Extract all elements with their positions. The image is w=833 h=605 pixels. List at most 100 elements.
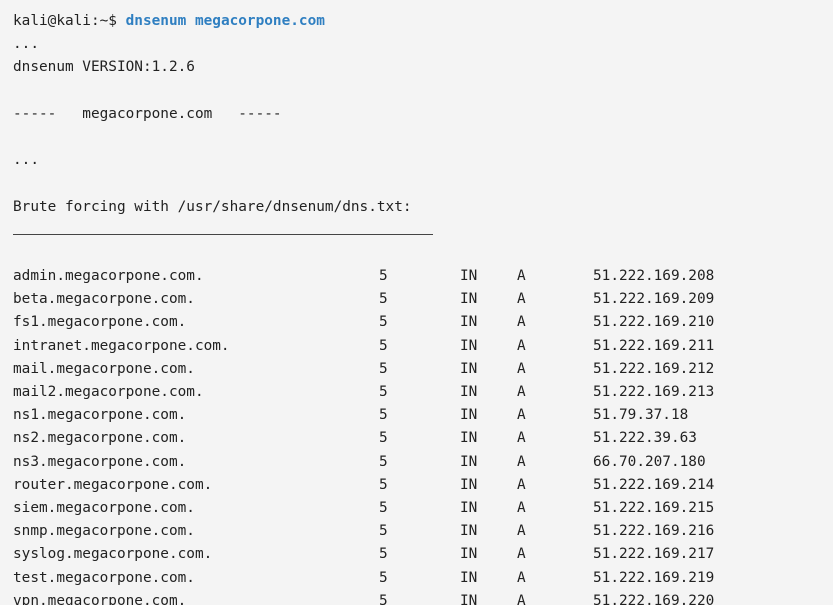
record-address: 51.222.39.63 bbox=[593, 430, 697, 447]
record-address: 66.70.207.180 bbox=[593, 453, 706, 470]
dns-record-row: ns1.megacorpone.com. 5 IN A 51.79.37.18 bbox=[13, 404, 833, 427]
dns-record-row: admin.megacorpone.com. 5 IN A 51.222.169.208 bbox=[13, 265, 833, 288]
record-address: 51.222.169.219 bbox=[593, 569, 715, 586]
record-class: IN bbox=[460, 592, 478, 605]
dns-record-row: syslog.megacorpone.com. 5 IN A 51.222.169.21… bbox=[13, 543, 833, 566]
brute-force-line: Brute forcing with /usr/share/dnsenum/dn… bbox=[13, 198, 412, 215]
record-class: IN bbox=[460, 268, 478, 285]
record-class: IN bbox=[460, 314, 478, 331]
terminal-content: kali@kali:~$ dnsenum megacorpone.com ...… bbox=[13, 10, 833, 605]
record-ttl: 5 bbox=[379, 337, 388, 354]
record-host: ns1.megacorpone.com. bbox=[13, 407, 187, 424]
record-host: snmp.megacorpone.com. bbox=[13, 523, 195, 540]
record-ttl: 5 bbox=[379, 453, 388, 470]
record-class: IN bbox=[460, 569, 478, 586]
record-type: A bbox=[517, 360, 526, 377]
record-type: A bbox=[517, 268, 526, 285]
command-text: dnsenum megacorpone.com bbox=[125, 13, 325, 29]
record-host: mail2.megacorpone.com. bbox=[13, 384, 204, 400]
record-class: IN bbox=[460, 523, 478, 540]
record-class: IN bbox=[460, 384, 478, 400]
dns-record-row: siem.megacorpone.com. 5 IN A 51.222.169.215 bbox=[13, 497, 833, 520]
record-type: A bbox=[517, 430, 526, 447]
record-host: siem.megacorpone.com. bbox=[13, 499, 195, 516]
dns-record-row: fs1.megacorpone.com. 5 IN A 51.222.169.210 bbox=[13, 311, 833, 334]
record-ttl: 5 bbox=[379, 546, 388, 563]
record-host: beta.megacorpone.com. bbox=[13, 291, 195, 308]
record-class: IN bbox=[460, 407, 478, 424]
record-address: 51.222.169.213 bbox=[593, 384, 715, 400]
record-ttl: 5 bbox=[379, 430, 388, 447]
terminal-output: kali@kali:~$ dnsenum megacorpone.com ...… bbox=[0, 0, 833, 605]
ellipsis-line: ... bbox=[13, 152, 39, 169]
record-address: 51.222.169.217 bbox=[593, 546, 715, 563]
record-type: A bbox=[517, 314, 526, 331]
record-ttl: 5 bbox=[379, 499, 388, 516]
record-class: IN bbox=[460, 476, 478, 493]
record-ttl: 5 bbox=[379, 268, 388, 285]
record-address: 51.222.169.214 bbox=[593, 476, 715, 493]
record-address: 51.222.169.212 bbox=[593, 360, 715, 377]
version-line: dnsenum VERSION:1.2.6 bbox=[13, 59, 195, 76]
record-address: 51.222.169.209 bbox=[593, 291, 715, 308]
record-class: IN bbox=[460, 453, 478, 470]
prompt-line: kali@kali:~$ dnsenum megacorpone.com bbox=[13, 10, 833, 33]
dns-record-row: router.megacorpone.com. 5 IN A 51.222.169.21… bbox=[13, 474, 833, 497]
record-address: 51.222.169.215 bbox=[593, 499, 715, 516]
record-type: A bbox=[517, 337, 526, 354]
dns-record-row: ns3.megacorpone.com. 5 IN A 66.70.207.180 bbox=[13, 451, 833, 474]
record-type: A bbox=[517, 384, 526, 400]
record-host: intranet.megacorpone.com. bbox=[13, 337, 230, 354]
record-type: A bbox=[517, 291, 526, 308]
record-host: mail.megacorpone.com. bbox=[13, 360, 195, 377]
record-address: 51.222.169.211 bbox=[593, 337, 715, 354]
dns-record-row: beta.megacorpone.com. 5 IN A 51.222.169.209 bbox=[13, 288, 833, 311]
dns-record-row: intranet.megacorpone.com. 5 IN A 51.222.169.… bbox=[13, 335, 833, 358]
record-host: syslog.megacorpone.com. bbox=[13, 546, 213, 563]
record-ttl: 5 bbox=[379, 569, 388, 586]
record-address: 51.222.169.216 bbox=[593, 523, 715, 540]
record-ttl: 5 bbox=[379, 291, 388, 308]
dns-record-row: snmp.megacorpone.com. 5 IN A 51.222.169.216 bbox=[13, 520, 833, 543]
record-address: 51.222.169.220 bbox=[593, 592, 715, 605]
record-ttl: 5 bbox=[379, 384, 388, 400]
record-class: IN bbox=[460, 546, 478, 563]
dns-record-row: ns2.megacorpone.com. 5 IN A 51.222.39.63 bbox=[13, 427, 833, 450]
record-host: router.megacorpone.com. bbox=[13, 476, 213, 493]
record-class: IN bbox=[460, 430, 478, 447]
record-address: 51.222.169.210 bbox=[593, 314, 715, 331]
record-host: admin.megacorpone.com. bbox=[13, 268, 204, 285]
record-type: A bbox=[517, 523, 526, 540]
record-ttl: 5 bbox=[379, 476, 388, 493]
section-divider bbox=[13, 219, 833, 242]
record-type: A bbox=[517, 592, 526, 605]
dns-record-row: mail.megacorpone.com. 5 IN A 51.222.169.212 bbox=[13, 358, 833, 381]
domain-header: ----- megacorpone.com ----- bbox=[13, 105, 282, 122]
record-type: A bbox=[517, 546, 526, 563]
record-type: A bbox=[517, 499, 526, 516]
record-host: ns3.megacorpone.com. bbox=[13, 453, 187, 470]
record-class: IN bbox=[460, 291, 478, 308]
dns-record-row: mail2.megacorpone.com. 5 IN A 51.222.169.213 bbox=[13, 381, 833, 404]
record-type: A bbox=[517, 453, 526, 470]
divider-rule bbox=[13, 233, 433, 235]
record-address: 51.222.169.208 bbox=[593, 268, 715, 285]
record-host: test.megacorpone.com. bbox=[13, 569, 195, 586]
record-class: IN bbox=[460, 499, 478, 516]
record-host: fs1.megacorpone.com. bbox=[13, 314, 187, 331]
record-type: A bbox=[517, 407, 526, 424]
record-ttl: 5 bbox=[379, 314, 388, 331]
record-type: A bbox=[517, 476, 526, 493]
record-address: 51.79.37.18 bbox=[593, 407, 689, 424]
record-class: IN bbox=[460, 337, 478, 354]
ellipsis-line: ... bbox=[13, 36, 39, 53]
record-ttl: 5 bbox=[379, 523, 388, 540]
record-host: vpn.megacorpone.com. bbox=[13, 592, 187, 605]
record-ttl: 5 bbox=[379, 407, 388, 424]
record-ttl: 5 bbox=[379, 592, 388, 605]
record-class: IN bbox=[460, 360, 478, 377]
